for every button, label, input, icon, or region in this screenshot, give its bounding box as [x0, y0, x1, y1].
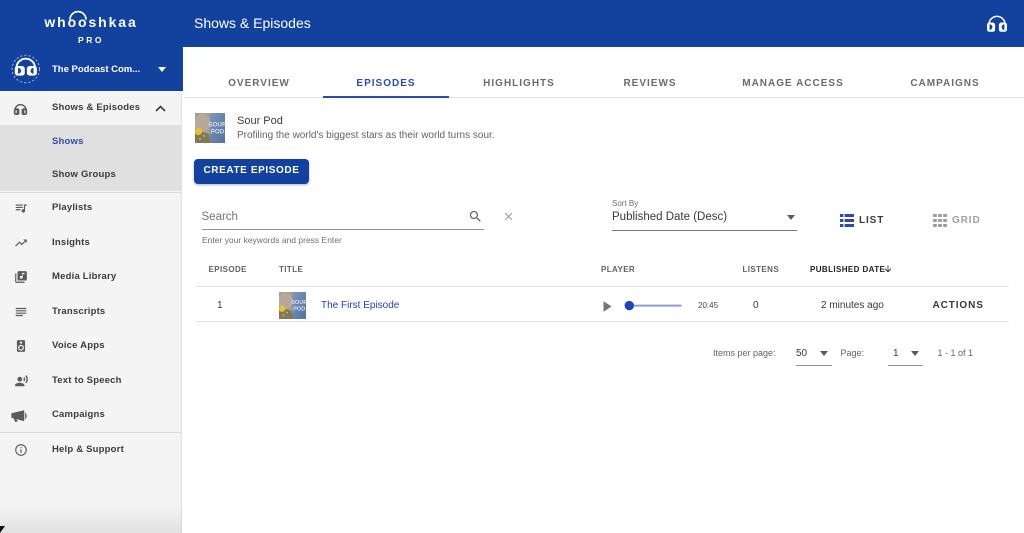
svg-text:POD: POD	[293, 306, 305, 312]
svg-text:SOUR: SOUR	[209, 122, 225, 129]
svg-text:POD: POD	[211, 129, 225, 136]
svg-text:SOUR: SOUR	[291, 300, 306, 306]
